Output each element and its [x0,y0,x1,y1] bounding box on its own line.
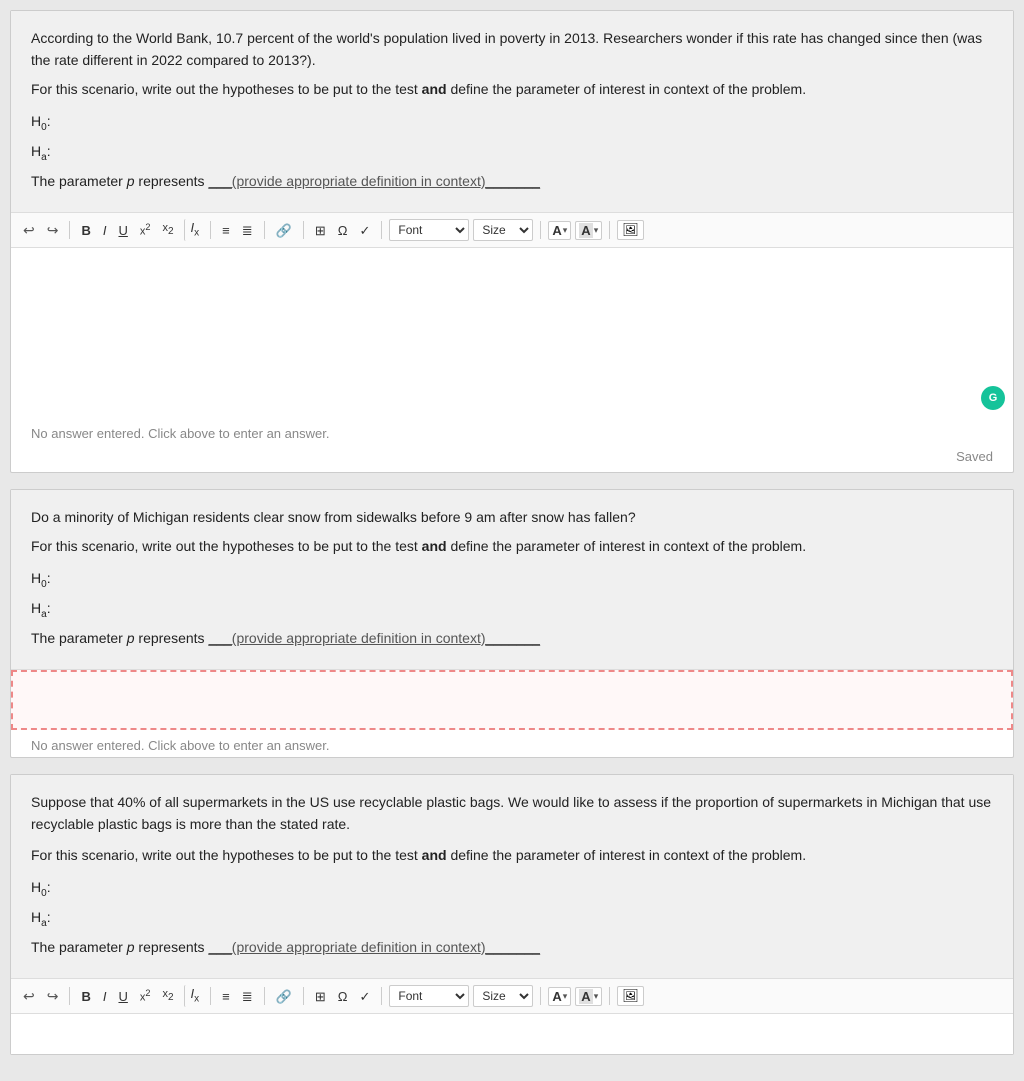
question-block-2: Do a minority of Michigan residents clea… [10,489,1014,758]
sep-3-2 [210,987,211,1005]
no-answer-text-2: No answer entered. Click above to enter … [11,730,1013,757]
omega-button-3[interactable]: Ω [334,988,352,1005]
editor-content-1[interactable]: G [11,248,1013,418]
sep-4 [303,221,304,239]
ha-line-1: Ha: [31,140,993,166]
editor-area-3: ↩ ↪ B I U x2 x2 Ix ≡ ≣ 🔗 ⊞ Ω ✓ Font Size [11,979,1013,1054]
param-text-1: The parameter p represents ___(provide a… [31,173,540,189]
superscript-button-3[interactable]: x2 [136,987,155,1006]
font-color-button-1[interactable]: A ▾ [548,221,571,240]
font-select-3[interactable]: Font [389,985,469,1007]
bold-button-3[interactable]: B [77,988,94,1005]
undo-button-3[interactable]: ↩ [19,987,39,1005]
image-button-1[interactable]: 🖼 [617,220,644,240]
redo-button-3[interactable]: ↪ [43,987,63,1005]
prompt-text-2b: For this scenario, write out the hypothe… [31,535,993,557]
ha-line-2: Ha: [31,597,993,623]
grammarly-icon-1[interactable]: G [981,386,1005,410]
param-text-3: The parameter p represents ___(provide a… [31,939,540,955]
underline-button-1[interactable]: U [114,222,131,239]
underline-button-3[interactable]: U [114,988,131,1005]
ha-label-1: Ha: [31,143,51,159]
prompt-text-2a: Do a minority of Michigan residents clea… [31,506,993,528]
question-block-1: According to the World Bank, 10.7 percen… [10,10,1014,473]
undo-button-1[interactable]: ↩ [19,221,39,239]
h0-label-1: H0: [31,113,51,129]
sep-7 [609,221,610,239]
question-prompt-2: Do a minority of Michigan residents clea… [11,490,1013,670]
sep-3-5 [381,987,382,1005]
param-text-2: The parameter p represents ___(provide a… [31,630,540,646]
sep-1 [69,221,70,239]
unorderedlist-button-1[interactable]: ≣ [238,222,257,239]
prompt-text-1a: According to the World Bank, 10.7 percen… [31,27,993,72]
question-prompt-1: According to the World Bank, 10.7 percen… [11,11,1013,213]
sep-3-6 [540,987,541,1005]
bold-button-1[interactable]: B [77,222,94,239]
table-button-3[interactable]: ⊞ [311,988,330,1005]
subscript-button-1[interactable]: x2 [158,221,177,239]
sep-5 [381,221,382,239]
orderedlist-button-3[interactable]: ≡ [218,988,234,1005]
redo-button-1[interactable]: ↪ [43,221,63,239]
superscript-button-1[interactable]: x2 [136,221,155,240]
param-line-2: The parameter p represents ___(provide a… [31,627,993,649]
sep-3 [264,221,265,239]
h0-label-3: H0: [31,879,51,895]
h0-line-2: H0: [31,567,993,593]
sep-3-7 [609,987,610,1005]
editor-area-2: No answer entered. Click above to enter … [11,670,1013,757]
sep-3-1 [69,987,70,1005]
clearformat-button-3[interactable]: Ix [184,985,204,1007]
subscript-button-3[interactable]: x2 [158,987,177,1005]
param-line-3: The parameter p represents ___(provide a… [31,936,993,958]
clearformat-button-1[interactable]: Ix [184,219,204,241]
saved-text-1: Saved [11,445,1013,472]
ha-label-3: Ha: [31,909,51,925]
font-select-1[interactable]: Font [389,219,469,241]
bg-color-button-3[interactable]: A ▾ [575,987,602,1006]
h0-line-3: H0: [31,876,993,902]
prompt-text-3b: For this scenario, write out the hypothe… [31,844,993,866]
italic-button-1[interactable]: I [99,222,111,239]
italic-button-3[interactable]: I [99,988,111,1005]
sep-2 [210,221,211,239]
toolbar-1: ↩ ↪ B I U x2 x2 Ix ≡ ≣ 🔗 ⊞ Ω ✓ Font Size [11,213,1013,248]
editor-content-3[interactable] [11,1014,1013,1054]
sep-3-4 [303,987,304,1005]
check-button-3[interactable]: ✓ [355,988,374,1005]
editor-content-2[interactable] [11,670,1013,730]
prompt-text-3a: Suppose that 40% of all supermarkets in … [31,791,993,836]
font-color-button-3[interactable]: A ▾ [548,987,571,1006]
toolbar-3: ↩ ↪ B I U x2 x2 Ix ≡ ≣ 🔗 ⊞ Ω ✓ Font Size [11,979,1013,1014]
unorderedlist-button-3[interactable]: ≣ [238,988,257,1005]
size-select-1[interactable]: Size [473,219,533,241]
ha-line-3: Ha: [31,906,993,932]
question-block-3: Suppose that 40% of all supermarkets in … [10,774,1014,1055]
link-button-3[interactable]: 🔗 [272,988,296,1005]
omega-button-1[interactable]: Ω [334,222,352,239]
bg-color-button-1[interactable]: A ▾ [575,221,602,240]
sep-6 [540,221,541,239]
orderedlist-button-1[interactable]: ≡ [218,222,234,239]
question-prompt-3: Suppose that 40% of all supermarkets in … [11,775,1013,979]
ha-label-2: Ha: [31,600,51,616]
check-button-1[interactable]: ✓ [355,222,374,239]
image-button-3[interactable]: 🖼 [617,986,644,1006]
prompt-text-1b: For this scenario, write out the hypothe… [31,78,993,100]
h0-label-2: H0: [31,570,51,586]
table-button-1[interactable]: ⊞ [311,222,330,239]
size-select-3[interactable]: Size [473,985,533,1007]
h0-line-1: H0: [31,110,993,136]
no-answer-text-1: No answer entered. Click above to enter … [11,418,1013,445]
editor-area-1: ↩ ↪ B I U x2 x2 Ix ≡ ≣ 🔗 ⊞ Ω ✓ Font Size [11,213,1013,472]
sep-3-3 [264,987,265,1005]
link-button-1[interactable]: 🔗 [272,222,296,239]
param-line-1: The parameter p represents ___(provide a… [31,170,993,192]
